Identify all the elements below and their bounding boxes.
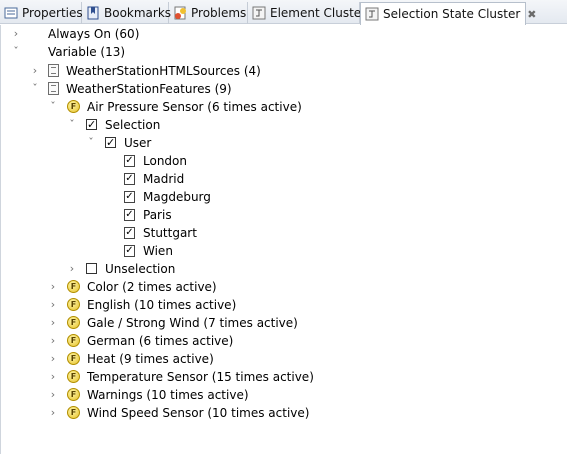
feature-icon: F bbox=[67, 334, 80, 347]
tree-node-feature[interactable]: › F Heat (9 times active) bbox=[1, 350, 561, 368]
feature-icon: F bbox=[67, 100, 80, 113]
configuration-icon bbox=[48, 64, 59, 77]
chevron-right-icon[interactable]: › bbox=[48, 296, 58, 314]
tree-node-feature[interactable]: › F Color (2 times active) bbox=[1, 278, 561, 296]
tree-node-feature[interactable]: › F Wind Speed Sensor (10 times active) bbox=[1, 404, 561, 422]
tab-problems[interactable]: Problems bbox=[169, 2, 248, 24]
leaf-label: Madrid bbox=[143, 172, 185, 186]
tree-node-html-sources[interactable]: › WeatherStationHTMLSources (4) bbox=[1, 62, 561, 80]
tree-leaf-paris[interactable]: ✓ Paris bbox=[1, 206, 561, 224]
tab-label: Element Cluster bbox=[270, 6, 367, 20]
feature-icon: F bbox=[67, 406, 80, 419]
selection-state-tree: › Always On (60) ˇ Variable (13) › Weath… bbox=[0, 25, 567, 454]
tree-leaf-madrid[interactable]: ✓ Madrid bbox=[1, 170, 561, 188]
chevron-right-icon[interactable]: › bbox=[48, 404, 58, 422]
chevron-right-icon[interactable]: › bbox=[48, 332, 58, 350]
tree-node-features[interactable]: ˇ WeatherStationFeatures (9) bbox=[1, 80, 561, 98]
leaf-label: London bbox=[143, 154, 187, 168]
view-tab-bar: Properties Bookmarks Problems Element Cl… bbox=[0, 0, 567, 25]
node-label: Temperature Sensor (15 times active) bbox=[87, 370, 314, 384]
tree-node-feature[interactable]: › F English (10 times active) bbox=[1, 296, 561, 314]
tree-node-unselection[interactable]: › Unselection bbox=[1, 260, 561, 278]
bookmarks-icon bbox=[85, 5, 101, 21]
node-label: Wind Speed Sensor (10 times active) bbox=[87, 406, 310, 420]
tree-leaf-london[interactable]: ✓ London bbox=[1, 152, 561, 170]
leaf-label: Wien bbox=[143, 244, 173, 258]
tree-node-variable[interactable]: ˇ Variable (13) bbox=[1, 43, 561, 61]
chevron-right-icon[interactable]: › bbox=[48, 314, 58, 332]
selected-leaf-icon: ✓ bbox=[124, 209, 135, 221]
tree-node-feature[interactable]: › F Warnings (10 times active) bbox=[1, 386, 561, 404]
leaf-label: Paris bbox=[143, 208, 172, 222]
user-checkbox[interactable]: ✓ bbox=[105, 137, 116, 148]
close-icon[interactable]: ✖ bbox=[527, 8, 536, 21]
feature-icon: F bbox=[67, 370, 80, 383]
feature-icon: F bbox=[67, 316, 80, 329]
selected-leaf-icon: ✓ bbox=[124, 245, 135, 257]
tab-label: Selection State Cluster bbox=[383, 7, 521, 21]
leaf-label: Magdeburg bbox=[143, 190, 211, 204]
node-label: Variable (13) bbox=[48, 45, 126, 59]
chevron-down-icon[interactable]: ˇ bbox=[48, 98, 58, 116]
tab-properties[interactable]: Properties bbox=[0, 2, 83, 24]
tab-label: Problems bbox=[191, 6, 247, 20]
chevron-right-icon[interactable]: › bbox=[11, 25, 21, 43]
chevron-down-icon[interactable]: ˇ bbox=[30, 80, 40, 98]
tab-element-cluster[interactable]: Element Cluster bbox=[248, 2, 366, 24]
tab-selection-state-cluster[interactable]: Selection State Cluster ✖ bbox=[360, 2, 537, 25]
chevron-right-icon[interactable]: › bbox=[67, 260, 77, 278]
node-label: Unselection bbox=[105, 262, 176, 276]
tree-node-user[interactable]: ˇ ✓ User bbox=[1, 134, 561, 152]
node-label: German (6 times active) bbox=[87, 334, 234, 348]
tree-node-feature[interactable]: › F German (6 times active) bbox=[1, 332, 561, 350]
node-label: Selection bbox=[105, 118, 161, 132]
node-label: English (10 times active) bbox=[87, 298, 237, 312]
chevron-right-icon[interactable]: › bbox=[48, 368, 58, 386]
element-cluster-icon bbox=[251, 5, 267, 21]
selection-state-cluster-icon bbox=[364, 6, 380, 22]
node-label: WeatherStationFeatures (9) bbox=[66, 82, 232, 96]
problems-icon bbox=[172, 5, 188, 21]
tree-node-feature[interactable]: › F Temperature Sensor (15 times active) bbox=[1, 368, 561, 386]
node-label: Air Pressure Sensor (6 times active) bbox=[87, 100, 302, 114]
leaf-label: Stuttgart bbox=[143, 226, 197, 240]
tab-label: Bookmarks bbox=[104, 6, 172, 20]
selected-leaf-icon: ✓ bbox=[124, 173, 135, 185]
node-label: Always On (60) bbox=[48, 27, 140, 41]
feature-icon: F bbox=[67, 388, 80, 401]
chevron-right-icon[interactable]: › bbox=[48, 350, 58, 368]
feature-icon: F bbox=[67, 352, 80, 365]
tree-leaf-magdeburg[interactable]: ✓ Magdeburg bbox=[1, 188, 561, 206]
chevron-right-icon[interactable]: › bbox=[48, 386, 58, 404]
selected-leaf-icon: ✓ bbox=[124, 227, 135, 239]
selected-leaf-icon: ✓ bbox=[124, 191, 135, 203]
feature-icon: F bbox=[67, 280, 80, 293]
tree-node-selection[interactable]: ˇ ✓ Selection bbox=[1, 116, 561, 134]
tree-node-air-pressure-sensor[interactable]: ˇ F Air Pressure Sensor (6 times active) bbox=[1, 98, 561, 116]
chevron-right-icon[interactable]: › bbox=[48, 278, 58, 296]
node-label: Heat (9 times active) bbox=[87, 352, 214, 366]
node-label: Warnings (10 times active) bbox=[87, 388, 249, 402]
tree-node-feature[interactable]: › F Gale / Strong Wind (7 times active) bbox=[1, 314, 561, 332]
properties-icon bbox=[3, 5, 19, 21]
node-label: Color (2 times active) bbox=[87, 280, 217, 294]
tab-bookmarks[interactable]: Bookmarks bbox=[82, 2, 172, 24]
node-label: User bbox=[124, 136, 152, 150]
selected-leaf-icon: ✓ bbox=[124, 155, 135, 167]
chevron-down-icon[interactable]: ˇ bbox=[86, 134, 96, 152]
feature-model-icon bbox=[48, 82, 59, 95]
chevron-down-icon[interactable]: ˇ bbox=[11, 43, 21, 61]
feature-icon: F bbox=[67, 298, 80, 311]
unselection-checkbox[interactable] bbox=[86, 263, 97, 274]
tree-leaf-wien[interactable]: ✓ Wien bbox=[1, 242, 561, 260]
node-label: WeatherStationHTMLSources (4) bbox=[66, 64, 261, 78]
chevron-down-icon[interactable]: ˇ bbox=[67, 116, 77, 134]
tab-label: Properties bbox=[22, 6, 83, 20]
chevron-right-icon[interactable]: › bbox=[30, 62, 40, 80]
node-label: Gale / Strong Wind (7 times active) bbox=[87, 316, 298, 330]
tree-leaf-stuttgart[interactable]: ✓ Stuttgart bbox=[1, 224, 561, 242]
selection-checkbox[interactable]: ✓ bbox=[86, 119, 97, 130]
tree-node-always-on[interactable]: › Always On (60) bbox=[1, 25, 561, 43]
